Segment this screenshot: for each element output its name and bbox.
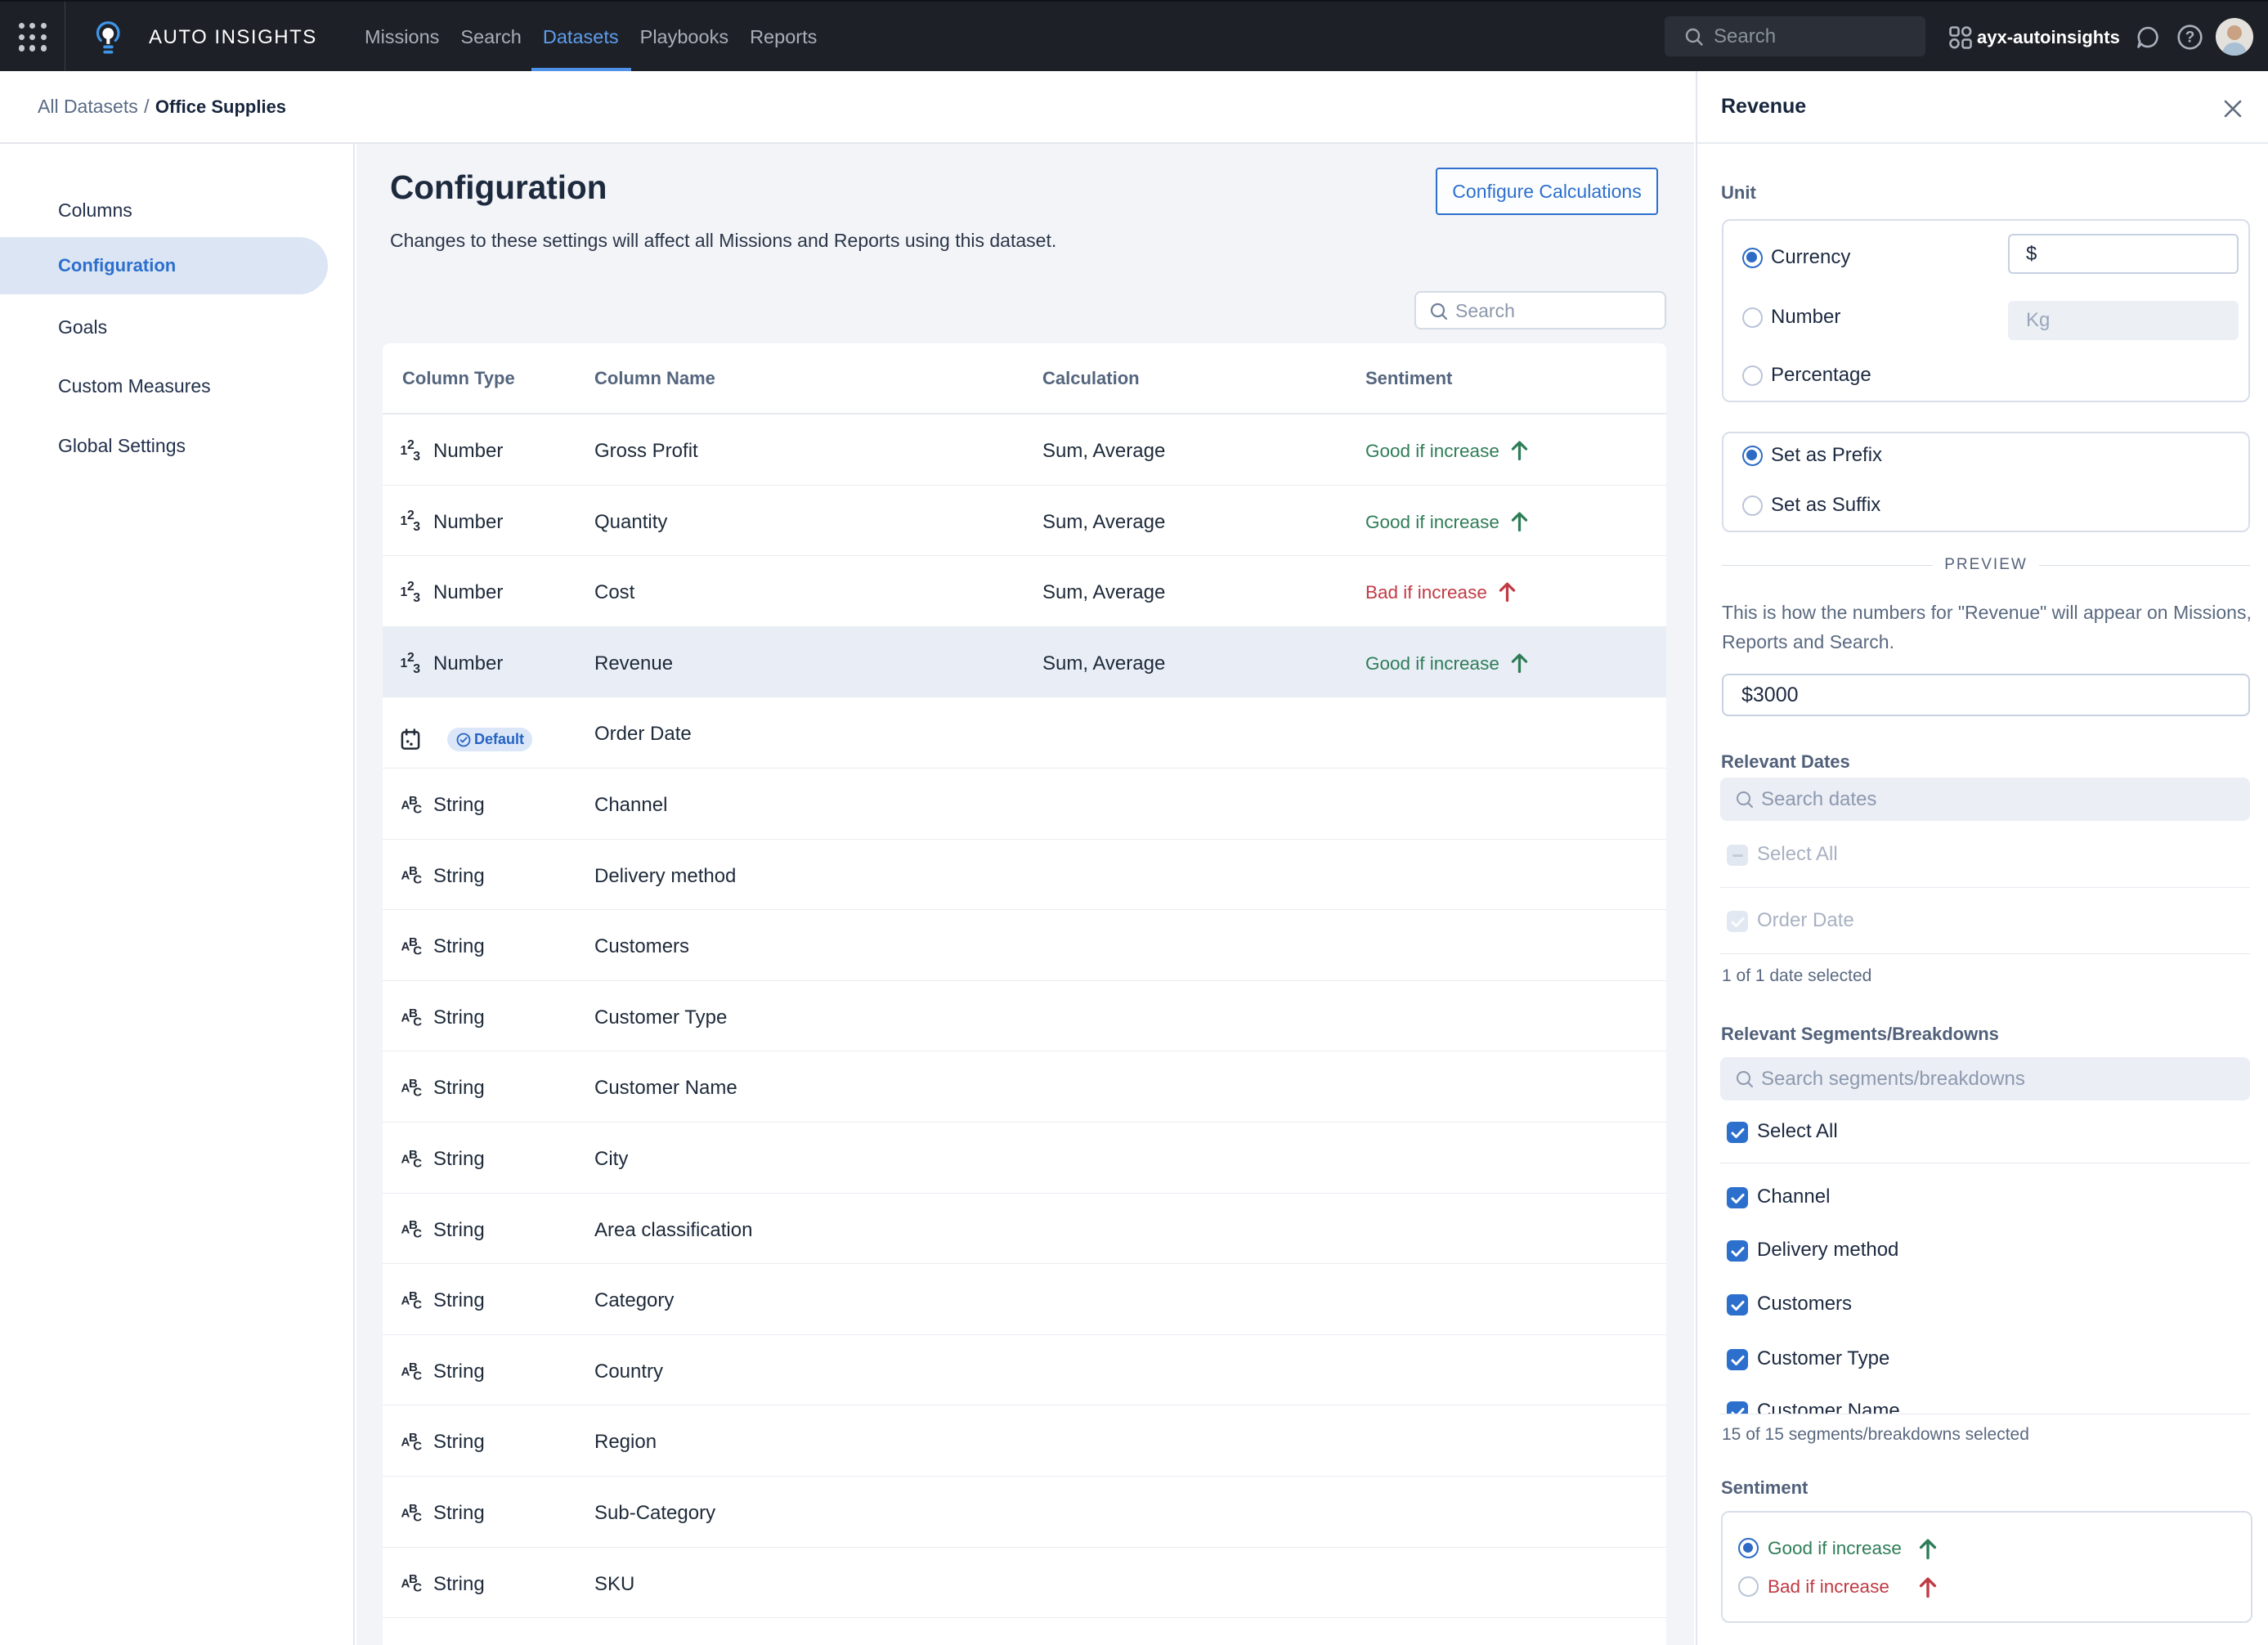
svg-text:C: C xyxy=(413,1156,422,1169)
svg-text:C: C xyxy=(413,873,422,886)
svg-text:C: C xyxy=(413,1581,422,1594)
svg-text:C: C xyxy=(413,1015,422,1028)
svg-text:3: 3 xyxy=(413,520,420,531)
svg-text:C: C xyxy=(413,1369,422,1382)
svg-text:3: 3 xyxy=(413,450,420,461)
svg-text:C: C xyxy=(413,1510,422,1523)
svg-text:C: C xyxy=(413,802,422,815)
svg-text:C: C xyxy=(413,944,422,957)
svg-text:C: C xyxy=(413,1440,422,1453)
svg-text:C: C xyxy=(413,1086,422,1099)
svg-text:3: 3 xyxy=(413,591,420,603)
svg-text:C: C xyxy=(413,1298,422,1311)
svg-text:3: 3 xyxy=(413,662,420,674)
svg-text:?: ? xyxy=(2185,29,2195,47)
svg-text:C: C xyxy=(413,1227,422,1240)
